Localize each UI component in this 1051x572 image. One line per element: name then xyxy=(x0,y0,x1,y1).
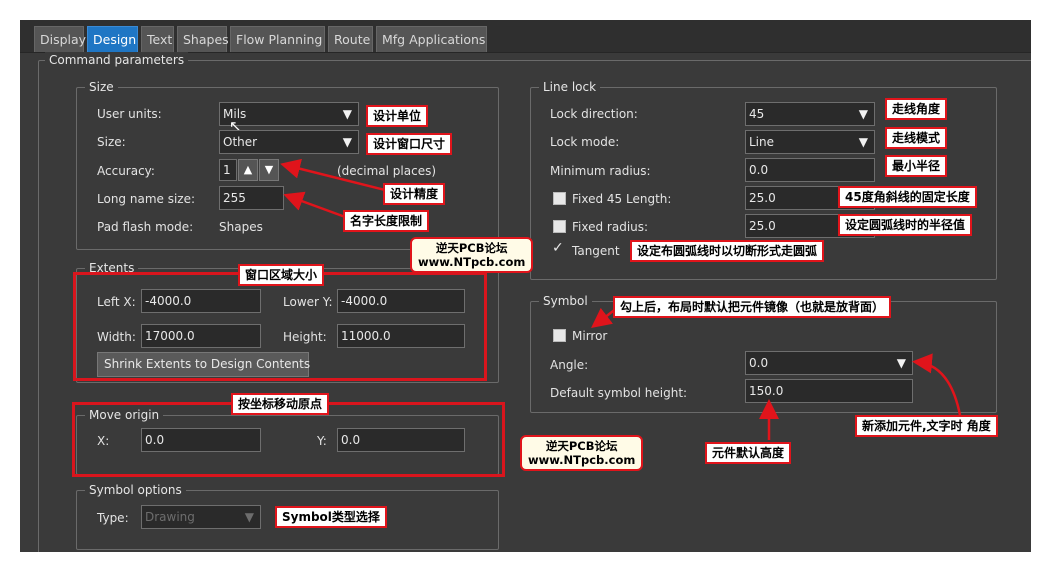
annotation-long-name: 名字长度限制 xyxy=(343,210,430,232)
annotation-angle: 新添加元件,文字时 角度 xyxy=(855,415,998,437)
annotation-size: 设计窗口尺寸 xyxy=(366,133,453,155)
watermark-line2: www.NTpcb.com xyxy=(528,453,636,467)
annotation-min-radius: 最小半径 xyxy=(885,155,948,177)
annotation-default-height: 元件默认高度 xyxy=(705,442,792,464)
annotation-user-units: 设计单位 xyxy=(366,105,429,127)
annotation-fixed45: 45度角斜线的固定长度 xyxy=(838,186,977,208)
annotation-symbol-type: Symbol类型选择 xyxy=(275,506,387,528)
annotation-lock-mode: 走线模式 xyxy=(885,127,948,149)
angle-arrow xyxy=(912,353,962,416)
annotation-mirror: 勾上后，布局时默认把元件镜像（也就是放背面） xyxy=(613,296,892,318)
annotation-move-origin: 按坐标移动原点 xyxy=(231,393,330,415)
watermark-line2: www.NTpcb.com xyxy=(418,255,526,269)
watermark-line1: 逆天PCB论坛 xyxy=(435,241,508,255)
annotation-extents: 窗口区域大小 xyxy=(238,264,325,286)
design-options-dialog: Display Design Text Shapes Flow Planning… xyxy=(20,20,1031,552)
annotation-accuracy: 设计精度 xyxy=(383,183,446,205)
annotation-arrows xyxy=(280,158,962,440)
annotation-tangent: 设定布圆弧线时以切断形式走圆弧 xyxy=(630,240,825,262)
watermark-line1: 逆天PCB论坛 xyxy=(545,439,618,453)
long-name-arrow xyxy=(283,191,349,220)
watermark-badge: 逆天PCB论坛 www.NTpcb.com xyxy=(410,237,534,273)
watermark-badge: 逆天PCB论坛 www.NTpcb.com xyxy=(520,435,644,471)
annotation-lock-direction: 走线角度 xyxy=(885,98,948,120)
accuracy-arrow xyxy=(280,158,386,192)
annotation-fixed-radius: 设定圆弧线时的半径值 xyxy=(838,214,973,236)
